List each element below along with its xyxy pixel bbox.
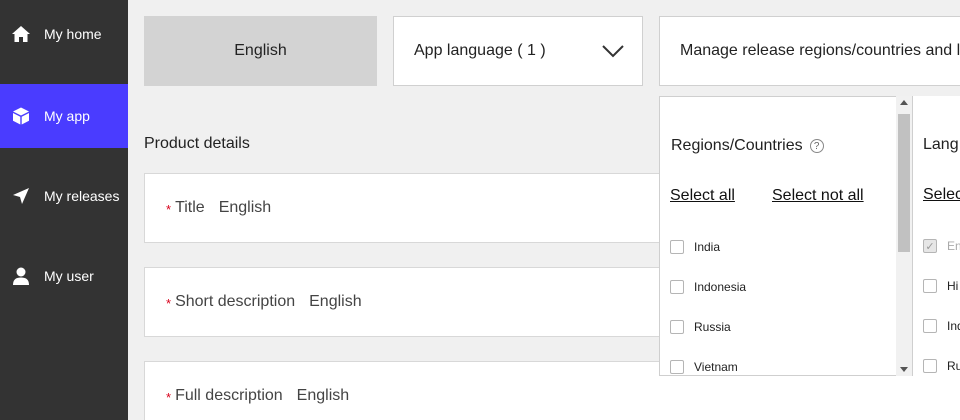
manage-regions-button[interactable]: Manage release regions/countries and l — [659, 16, 960, 86]
help-icon[interactable]: ? — [809, 139, 824, 153]
languages-title: Lang — [923, 136, 959, 153]
option-label: Ind — [947, 319, 960, 333]
sidebar: My home My app My releases My user — [0, 0, 128, 420]
send-icon — [11, 186, 31, 206]
select-link[interactable]: Selec — [923, 186, 960, 204]
checkbox-checked: ✓ — [923, 239, 937, 253]
field-language: English — [218, 199, 272, 216]
checkbox[interactable] — [923, 279, 937, 293]
user-icon — [11, 266, 31, 286]
option-label: Indonesia — [694, 280, 747, 294]
language-option-indonesian[interactable]: Ind — [923, 319, 960, 333]
required-mark: * — [166, 201, 172, 217]
option-label: India — [694, 240, 721, 254]
chevron-down-icon — [602, 45, 624, 58]
sidebar-item-label: My home — [44, 26, 102, 42]
required-mark: * — [166, 389, 172, 405]
checkbox[interactable] — [670, 320, 684, 334]
language-option-russian[interactable]: Ru — [923, 359, 960, 373]
sidebar-item-label: My releases — [44, 188, 120, 204]
required-mark: * — [166, 295, 172, 311]
select-all-link[interactable]: Select all — [670, 187, 735, 205]
sidebar-item-label: My app — [44, 108, 90, 124]
checkbox[interactable] — [923, 319, 937, 333]
sidebar-item-my-user[interactable]: My user — [0, 244, 128, 308]
scrollbar-thumb[interactable] — [898, 114, 910, 252]
regions-dropdown: Regions/Countries ? Select all Select no… — [659, 96, 913, 376]
option-label: Vietnam — [694, 360, 738, 374]
cube-icon — [11, 106, 31, 126]
scroll-down-icon[interactable] — [900, 367, 908, 372]
home-icon — [11, 24, 31, 44]
regions-title: Regions/Countries ? — [671, 137, 824, 155]
sidebar-item-my-app[interactable]: My app — [0, 84, 128, 148]
field-label: Full description — [175, 387, 283, 404]
select-not-all-link[interactable]: Select not all — [772, 187, 864, 205]
sidebar-item-my-home[interactable]: My home — [0, 2, 128, 66]
region-option-vietnam[interactable]: Vietnam — [670, 360, 738, 374]
region-option-india[interactable]: India — [670, 240, 720, 254]
sidebar-item-label: My user — [44, 268, 94, 284]
app-language-label: App language ( 1 ) — [414, 42, 546, 59]
field-language: English — [309, 293, 362, 310]
option-label: Hi — [947, 279, 959, 293]
checkbox[interactable] — [923, 359, 937, 373]
option-label: Russia — [694, 320, 731, 334]
regions-title-text: Regions/Countries — [671, 137, 803, 154]
region-option-indonesia[interactable]: Indonesia — [670, 280, 746, 294]
language-option-english: ✓ En — [923, 239, 960, 253]
sidebar-item-my-releases[interactable]: My releases — [0, 164, 128, 228]
checkbox[interactable] — [670, 280, 684, 294]
option-label: Ru — [947, 359, 960, 373]
checkbox[interactable] — [670, 240, 684, 254]
regions-scrollbar[interactable] — [896, 96, 912, 376]
languages-dropdown: Lang Selec ✓ En Hi Ind Ru — [912, 96, 960, 376]
field-label: Title — [175, 199, 205, 216]
option-label: En — [947, 239, 960, 253]
language-option-hindi[interactable]: Hi — [923, 279, 958, 293]
scroll-up-icon[interactable] — [900, 100, 908, 105]
field-language: English — [296, 387, 350, 404]
manage-regions-label: Manage release regions/countries and l — [680, 42, 960, 59]
section-title: Product details — [144, 135, 250, 152]
field-label: Short description — [175, 293, 296, 310]
app-language-select[interactable]: App language ( 1 ) — [393, 16, 643, 86]
language-tab-english[interactable]: English — [144, 16, 377, 86]
checkbox[interactable] — [670, 360, 684, 374]
region-option-russia[interactable]: Russia — [670, 320, 731, 334]
